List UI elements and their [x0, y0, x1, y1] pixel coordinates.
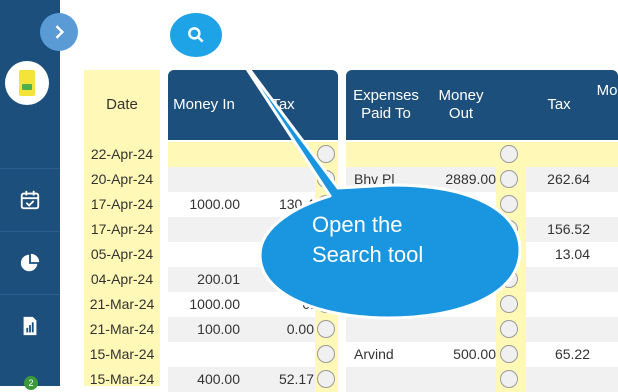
tax-out-cell[interactable]: 13.04 [524, 242, 590, 267]
tax-out-cell[interactable] [524, 367, 590, 392]
reconcile-in-checkbox[interactable] [317, 145, 335, 163]
payee-cell[interactable] [350, 267, 426, 292]
app-logo[interactable] [5, 61, 49, 105]
tax-in-cell[interactable] [248, 267, 314, 292]
calendar-icon[interactable] [0, 168, 60, 231]
money-in-cell[interactable] [168, 242, 240, 267]
report-icon[interactable] [0, 294, 60, 357]
tax-in-cell[interactable]: 0. [248, 292, 314, 317]
tax-out-header[interactable]: Tax [547, 96, 570, 114]
money-in-cell[interactable] [168, 342, 240, 367]
income-header-group: Money In Tax [168, 70, 338, 140]
money-out-cell[interactable] [424, 367, 496, 392]
more-header[interactable]: Mo [597, 82, 618, 100]
money-in-cell[interactable]: 1000.00 [168, 192, 240, 217]
payee-cell[interactable] [350, 367, 426, 392]
reconcile-out-checkbox[interactable] [500, 270, 518, 288]
reconcile-in-checkbox[interactable] [317, 295, 335, 313]
reconcile-in-checkbox[interactable] [317, 370, 335, 388]
pie-chart-icon[interactable] [0, 231, 60, 294]
money-in-cell[interactable]: 200.01 [168, 267, 240, 292]
sidebar: 2 [0, 0, 60, 390]
date-cell: 20-Apr-24 [90, 171, 154, 187]
date-cell: 15-Mar-24 [89, 371, 155, 387]
reconcile-in-checkbox[interactable] [317, 170, 335, 188]
tax-out-cell[interactable] [524, 192, 590, 217]
search-icon [188, 27, 204, 43]
payee-cell[interactable] [350, 142, 426, 167]
reconcile-in-checkbox[interactable] [317, 320, 335, 338]
tax-in-cell[interactable] [248, 142, 314, 167]
date-cell: 05-Apr-24 [90, 246, 154, 262]
reconcile-out-checkbox[interactable] [500, 345, 518, 363]
tax-in-cell[interactable]: 52.17 [248, 367, 314, 392]
reconcile-in-checkbox[interactable] [317, 270, 335, 288]
search-button[interactable] [170, 13, 222, 57]
table-row[interactable]: 04-Apr-24 200.01 [84, 267, 618, 292]
money-out-cell[interactable] [424, 142, 496, 167]
reconcile-in-checkbox[interactable] [317, 345, 335, 363]
date-cell: 22-Apr-24 [90, 146, 154, 162]
reconcile-out-checkbox[interactable] [500, 295, 518, 313]
date-cell: 21-Mar-24 [89, 321, 155, 337]
tax-out-cell[interactable]: 156.52 [524, 217, 590, 242]
money-in-cell[interactable]: 400.00 [168, 367, 240, 392]
tax-out-cell[interactable] [524, 267, 590, 292]
table-row[interactable]: 21-Mar-24 100.00 0.00 [84, 317, 618, 342]
payee-cell[interactable] [350, 317, 426, 342]
payee-cell[interactable]: Arvind [350, 342, 426, 367]
expense-header-group: Expenses Paid To Money Out Tax Mo [346, 70, 618, 140]
money-in-cell[interactable]: 1000.00 [168, 292, 240, 317]
money-in-cell[interactable] [168, 167, 240, 192]
table-row[interactable]: 15-Mar-24 Arvind 500.00 65.22 [84, 342, 618, 367]
reconcile-out-checkbox[interactable] [500, 170, 518, 188]
tax-in-cell[interactable]: 0.00 [248, 317, 314, 342]
table-row[interactable]: 21-Mar-24 1000.00 0. [84, 292, 618, 317]
reconcile-out-checkbox[interactable] [500, 145, 518, 163]
table-row[interactable]: 20-Apr-24 Bhv Pl 2889.00 262.64 [84, 167, 618, 192]
date-header-label: Date [106, 96, 138, 113]
tax-in-cell[interactable] [248, 167, 314, 192]
tax-out-cell[interactable] [524, 317, 590, 342]
tax-in-cell[interactable] [248, 342, 314, 367]
tax-out-cell[interactable]: 262.64 [524, 167, 590, 192]
money-out-cell[interactable] [424, 292, 496, 317]
table-row[interactable]: 15-Mar-24 400.00 52.17 [84, 367, 618, 392]
reconcile-out-checkbox[interactable] [500, 245, 518, 263]
date-cell: 15-Mar-24 [89, 346, 155, 362]
expenses-paid-to-header[interactable]: Expenses Paid To [346, 87, 426, 123]
money-in-header[interactable]: Money In [173, 96, 235, 114]
money-in-cell[interactable] [168, 217, 240, 242]
chevron-right-icon [55, 25, 65, 39]
date-cell: 17-Apr-24 [90, 221, 154, 237]
date-header[interactable]: Date [84, 70, 160, 140]
reconcile-out-checkbox[interactable] [500, 370, 518, 388]
tax-out-cell[interactable] [524, 142, 590, 167]
money-out-header[interactable]: Money Out [428, 87, 494, 123]
tax-in-cell[interactable] [248, 217, 314, 242]
reconcile-out-checkbox[interactable] [500, 320, 518, 338]
date-cell: 17-Apr-24 [90, 196, 154, 212]
money-out-cell[interactable]: 2889.00 [424, 167, 496, 192]
callout-text: Open the Search tool [312, 212, 424, 267]
notification-badge: 2 [24, 376, 38, 390]
tax-in-cell[interactable] [248, 242, 314, 267]
reconcile-out-checkbox[interactable] [500, 195, 518, 213]
money-out-cell[interactable]: 500.00 [424, 342, 496, 367]
money-out-cell[interactable] [424, 317, 496, 342]
money-in-cell[interactable] [168, 142, 240, 167]
expand-sidebar-button[interactable] [40, 13, 78, 51]
payee-cell[interactable]: Bhv Pl [350, 167, 426, 192]
date-cell: 21-Mar-24 [89, 296, 155, 312]
tax-in-cell[interactable]: 130.4 [248, 192, 314, 217]
tax-in-header[interactable]: Tax [271, 96, 294, 114]
payee-cell[interactable] [350, 292, 426, 317]
reconcile-out-checkbox[interactable] [500, 220, 518, 238]
money-in-cell[interactable]: 100.00 [168, 317, 240, 342]
money-out-cell[interactable] [424, 267, 496, 292]
table-row[interactable]: 22-Apr-24 [84, 142, 618, 167]
tax-out-cell[interactable] [524, 292, 590, 317]
tax-out-cell[interactable]: 65.22 [524, 342, 590, 367]
date-cell: 04-Apr-24 [90, 271, 154, 287]
